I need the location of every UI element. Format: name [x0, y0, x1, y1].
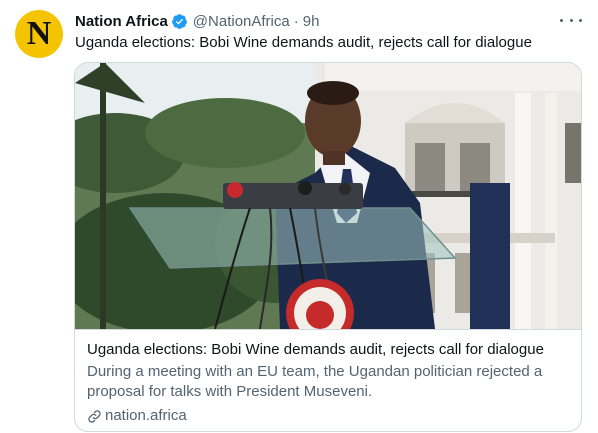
tweet-text: Uganda elections: Bobi Wine demands audi… — [75, 34, 532, 51]
more-dot — [560, 18, 563, 22]
more-options-icon[interactable] — [560, 11, 582, 29]
separator-dot: · — [293, 12, 299, 30]
tweet-header: Nation Africa @NationAfrica · 9h — [75, 11, 319, 31]
card-domain: nation.africa — [105, 407, 187, 424]
card-image[interactable] — [75, 63, 581, 329]
timestamp[interactable]: 9h — [303, 13, 320, 30]
avatar[interactable]: N — [15, 10, 63, 58]
article-photo — [75, 63, 581, 329]
card-title: Uganda elections: Bobi Wine demands audi… — [87, 341, 544, 358]
card-body[interactable]: Uganda elections: Bobi Wine demands audi… — [75, 329, 581, 426]
verified-badge-icon — [171, 13, 187, 29]
tweet[interactable]: N Nation Africa @NationAfrica · 9h Ugand… — [0, 0, 598, 433]
display-name[interactable]: Nation Africa — [75, 13, 168, 30]
more-dot — [579, 18, 582, 22]
handle[interactable]: @NationAfrica — [193, 13, 290, 30]
avatar-letter: N — [26, 15, 52, 52]
card-domain-row: nation.africa — [87, 406, 569, 426]
link-card[interactable]: Uganda elections: Bobi Wine demands audi… — [74, 62, 582, 432]
more-dot — [569, 18, 573, 22]
card-description: During a meeting with an EU team, the Ug… — [87, 363, 543, 400]
link-icon — [88, 409, 101, 423]
